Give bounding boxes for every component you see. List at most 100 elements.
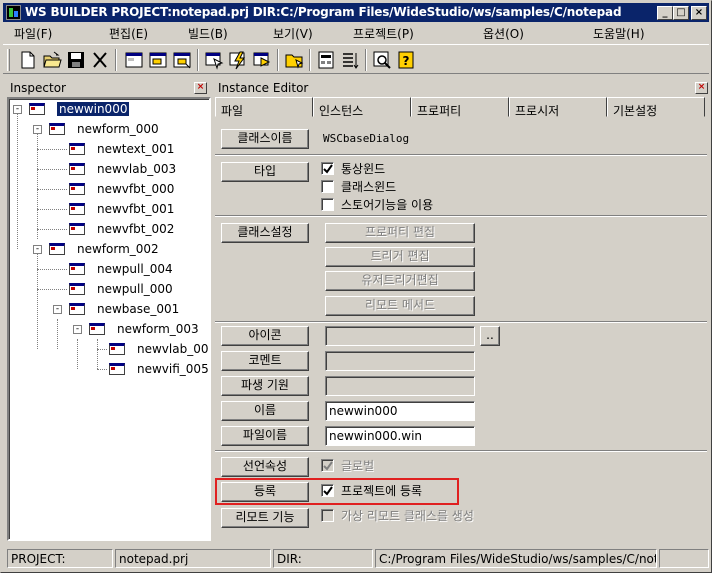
global-checkbox[interactable] — [321, 459, 334, 472]
menu-file[interactable]: 파일(F) — [14, 25, 52, 42]
tree-node[interactable]: - newform_000 — [33, 121, 209, 139]
class-setting-button[interactable]: 클래스설정 — [221, 223, 309, 243]
icon-browse-button[interactable]: .. — [480, 326, 500, 346]
name-button[interactable]: 이름 — [221, 401, 309, 421]
type-button[interactable]: 타입 — [221, 162, 309, 182]
tree-node[interactable]: newvlab_004 — [109, 341, 209, 359]
name-field[interactable]: newwin000 — [325, 401, 475, 421]
comment-button[interactable]: 코멘트 — [221, 351, 309, 371]
toolbar-separator — [365, 49, 367, 71]
tree-node-label: newvlab_003 — [97, 162, 177, 176]
lightning-icon[interactable] — [227, 49, 249, 71]
widget-icon — [69, 283, 85, 295]
remote-class-label: 가상 리모트 클래스를 생성 — [341, 509, 474, 523]
menu-help[interactable]: 도움말(H) — [593, 25, 645, 42]
tree-node[interactable]: - newwin000 — [13, 101, 209, 119]
cut-icon[interactable] — [89, 49, 111, 71]
menu-edit[interactable]: 편집(E) — [109, 25, 148, 42]
form-icon — [89, 323, 105, 335]
window-icon[interactable] — [123, 49, 145, 71]
icon-button[interactable]: 아이콘 — [221, 326, 309, 346]
tab-instance[interactable]: 인스턴스 — [313, 97, 411, 118]
tab-property[interactable]: 프로퍼티 — [411, 97, 509, 118]
tree-node[interactable]: newtext_001 — [69, 141, 209, 159]
register-button[interactable]: 등록 — [221, 482, 309, 502]
menu-options[interactable]: 옵션(O) — [483, 25, 524, 42]
new-file-icon[interactable] — [17, 49, 39, 71]
window-run-icon[interactable] — [251, 49, 273, 71]
minimize-button[interactable]: _ — [657, 6, 673, 20]
editor-close-icon[interactable]: × — [695, 82, 708, 94]
class-name-value: WSCbaseDialog — [323, 132, 410, 145]
normal-window-label: 통상윈드 — [341, 162, 386, 176]
collapse-icon[interactable]: - — [73, 325, 82, 334]
derive-origin-button[interactable]: 파생 기원 — [221, 376, 309, 396]
tree-node[interactable]: newvfbt_000 — [69, 181, 209, 199]
tree-node[interactable]: newpull_000 — [69, 281, 209, 299]
app-window: WS BUILDER PROJECT:notepad.prj DIR:C:/Pr… — [0, 0, 712, 573]
tab-procedure[interactable]: 프로시저 — [509, 97, 607, 118]
menu-view[interactable]: 보기(V) — [273, 25, 313, 42]
collapse-icon[interactable]: - — [33, 125, 42, 134]
list-icon[interactable] — [339, 49, 361, 71]
tree-node-label: newpull_000 — [97, 282, 173, 296]
comment-field[interactable] — [325, 351, 475, 371]
dialog-icon[interactable] — [315, 49, 337, 71]
status-project-value: notepad.prj — [115, 549, 271, 568]
normal-window-checkbox[interactable] — [321, 162, 334, 175]
tree-node[interactable]: newvfbt_001 — [69, 201, 209, 219]
register-project-checkbox[interactable] — [321, 484, 334, 497]
inspector-close-icon[interactable]: × — [194, 82, 207, 94]
filename-field[interactable]: newwin000.win — [325, 426, 475, 446]
tree-node-label: newtext_001 — [97, 142, 175, 156]
tree-node[interactable]: - newform_002 — [33, 241, 209, 259]
inspector-tree[interactable]: - newwin000 - newform_000 newtext_001 ne… — [7, 97, 211, 541]
open-folder-icon[interactable] — [41, 49, 63, 71]
widget-icon — [69, 263, 85, 275]
tree-node-label: newvfbt_002 — [97, 222, 175, 236]
class-window-checkbox[interactable] — [321, 180, 334, 193]
folder-icon[interactable] — [283, 49, 305, 71]
edit-trigger-button[interactable]: 트리거 편집 — [325, 247, 475, 267]
tab-default-settings[interactable]: 기본설정 — [607, 97, 705, 118]
window-icon — [29, 103, 45, 115]
icon-field[interactable] — [325, 326, 475, 346]
declaration-button[interactable]: 선언속성 — [221, 457, 309, 477]
tab-file[interactable]: 파일 — [215, 97, 313, 118]
remote-method-button[interactable]: 리모트 메서드 — [325, 296, 475, 316]
menu-project[interactable]: 프로젝트(P) — [353, 25, 414, 42]
derive-origin-field[interactable] — [325, 376, 475, 396]
tree-node[interactable]: newpull_004 — [69, 261, 209, 279]
edit-user-trigger-button[interactable]: 유저트리거편집 — [325, 271, 475, 291]
filename-button[interactable]: 파일이름 — [221, 426, 309, 446]
collapse-icon[interactable]: - — [13, 105, 22, 114]
widget-icon — [69, 203, 85, 215]
tree-node[interactable]: - newbase_001 — [53, 301, 209, 319]
window-generate-icon[interactable] — [147, 49, 169, 71]
collapse-icon[interactable]: - — [33, 245, 42, 254]
store-function-checkbox[interactable] — [321, 198, 334, 211]
edit-property-button[interactable]: 프로퍼티 편집 — [325, 223, 475, 243]
window-cursor-icon[interactable] — [203, 49, 225, 71]
widget-icon — [69, 183, 85, 195]
preview-icon[interactable] — [371, 49, 393, 71]
toolbar-grip[interactable] — [7, 49, 10, 71]
class-name-button[interactable]: 클래스이름 — [221, 129, 309, 149]
class-window-label: 클래스윈드 — [341, 180, 397, 194]
tree-node[interactable]: - newform_003 — [73, 321, 209, 339]
save-icon[interactable] — [65, 49, 87, 71]
tree-node[interactable]: newvifi_005 — [109, 361, 209, 379]
maximize-button[interactable]: □ — [673, 6, 689, 20]
help-icon[interactable]: ? — [395, 49, 417, 71]
remote-function-button[interactable]: 리모트 기능 — [221, 508, 309, 528]
tree-node[interactable]: newvfbt_002 — [69, 221, 209, 239]
tree-node-label: newform_002 — [77, 242, 159, 256]
menu-build[interactable]: 빌드(B) — [188, 25, 228, 42]
collapse-icon[interactable]: - — [53, 305, 62, 314]
tree-node-label: newvifi_005 — [137, 362, 209, 376]
widget-icon — [69, 223, 85, 235]
window-build-icon[interactable] — [171, 49, 193, 71]
tree-node[interactable]: newvlab_003 — [69, 161, 209, 179]
close-button[interactable]: × — [691, 6, 707, 20]
remote-class-checkbox[interactable] — [321, 509, 334, 522]
